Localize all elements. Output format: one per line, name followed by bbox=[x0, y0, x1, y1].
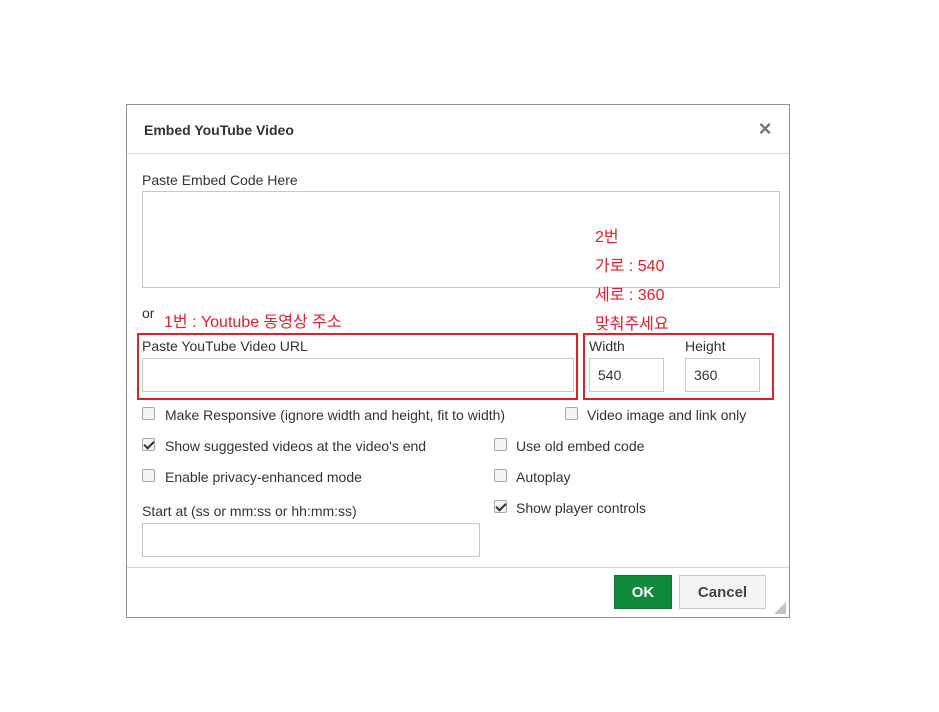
embed-code-label: Paste Embed Code Here bbox=[142, 172, 298, 188]
annotation-2-line1: 2번 bbox=[595, 229, 619, 246]
dialog-titlebar: Embed YouTube Video × bbox=[127, 105, 789, 154]
close-icon[interactable]: × bbox=[755, 118, 775, 140]
privacy-mode-label: Enable privacy-enhanced mode bbox=[165, 469, 362, 485]
make-responsive-checkbox[interactable] bbox=[142, 407, 155, 420]
use-old-embed-label: Use old embed code bbox=[516, 438, 645, 454]
embed-code-textarea[interactable] bbox=[142, 191, 780, 288]
player-controls-label: Show player controls bbox=[516, 500, 646, 516]
dialog-footer: OK Cancel bbox=[127, 567, 789, 617]
dialog-title: Embed YouTube Video bbox=[144, 122, 294, 138]
make-responsive-label: Make Responsive (ignore width and height… bbox=[165, 407, 506, 423]
annotation-2-line2: 가로 : 540 bbox=[595, 258, 665, 275]
privacy-mode-checkbox[interactable] bbox=[142, 469, 155, 482]
size-highlight-box bbox=[583, 333, 774, 400]
resize-handle-icon[interactable] bbox=[774, 602, 786, 614]
annotation-2-line3: 세로 : 360 bbox=[595, 287, 665, 304]
show-suggested-label: Show suggested videos at the video's end bbox=[165, 438, 427, 454]
annotation-2-line4: 맞춰주세요 bbox=[595, 316, 669, 333]
start-at-input[interactable] bbox=[142, 523, 480, 557]
cancel-button[interactable]: Cancel bbox=[679, 575, 766, 609]
start-at-label: Start at (ss or mm:ss or hh:mm:ss) bbox=[142, 503, 357, 519]
use-old-embed-checkbox[interactable] bbox=[494, 438, 507, 451]
annotation-1: 1번 : Youtube 동영상 주소 bbox=[164, 314, 342, 331]
autoplay-label: Autoplay bbox=[516, 469, 571, 485]
video-image-link-label: Video image and link only bbox=[587, 407, 747, 423]
show-suggested-checkbox[interactable] bbox=[142, 438, 155, 451]
url-highlight-box bbox=[137, 333, 578, 400]
or-label: or bbox=[142, 305, 155, 321]
autoplay-checkbox[interactable] bbox=[494, 469, 507, 482]
ok-button[interactable]: OK bbox=[614, 575, 672, 609]
video-image-link-checkbox[interactable] bbox=[565, 407, 578, 420]
player-controls-checkbox[interactable] bbox=[494, 500, 507, 513]
